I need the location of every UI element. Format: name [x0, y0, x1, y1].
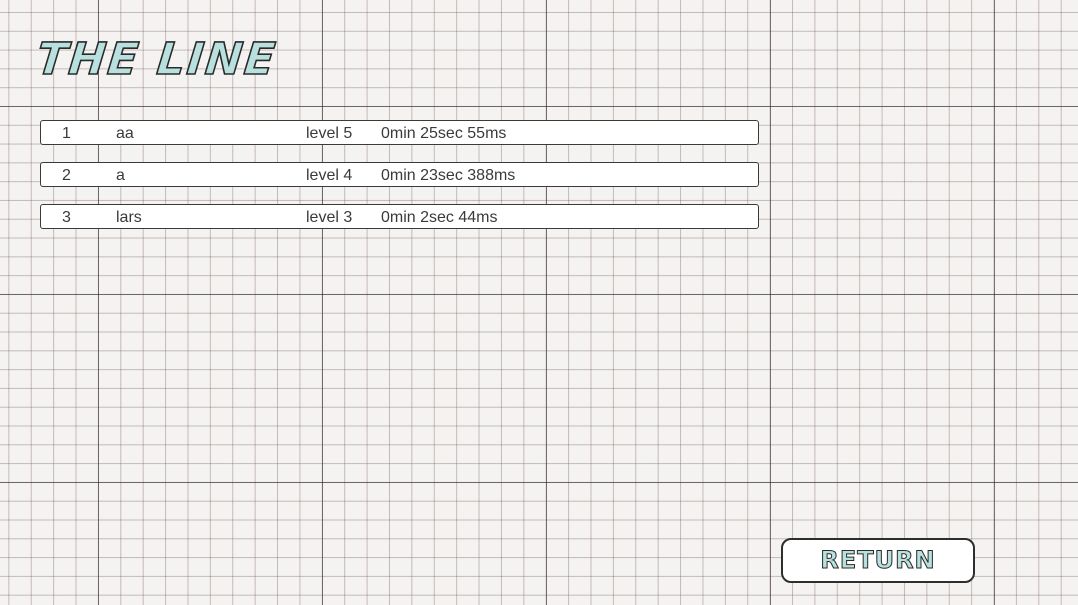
- level-cell: level 5: [306, 125, 353, 142]
- leaderboard-list: 1 aa level 5 0min 25sec 55ms 2 a level 4…: [40, 120, 759, 246]
- leaderboard-row: 2 a level 4 0min 23sec 388ms: [40, 162, 759, 187]
- return-button[interactable]: RETURN: [781, 538, 975, 583]
- level-cell: level 4: [306, 167, 353, 184]
- level-cell: level 3: [306, 209, 353, 226]
- rank-cell: 1: [62, 125, 71, 142]
- player-name-cell: lars: [116, 209, 142, 226]
- return-button-label: RETURN: [820, 546, 936, 575]
- player-name-cell: aa: [116, 125, 134, 142]
- leaderboard-row: 1 aa level 5 0min 25sec 55ms: [40, 120, 759, 145]
- rank-cell: 2: [62, 167, 71, 184]
- leaderboard-screen: { "title": "THE LINE", "scores": [ {"ran…: [0, 0, 1078, 605]
- time-cell: 0min 25sec 55ms: [381, 125, 507, 142]
- time-cell: 0min 23sec 388ms: [381, 167, 516, 184]
- rank-cell: 3: [62, 209, 71, 226]
- game-title: THE LINE: [34, 33, 280, 86]
- player-name-cell: a: [116, 167, 125, 184]
- leaderboard-row: 3 lars level 3 0min 2sec 44ms: [40, 204, 759, 229]
- time-cell: 0min 2sec 44ms: [381, 209, 498, 226]
